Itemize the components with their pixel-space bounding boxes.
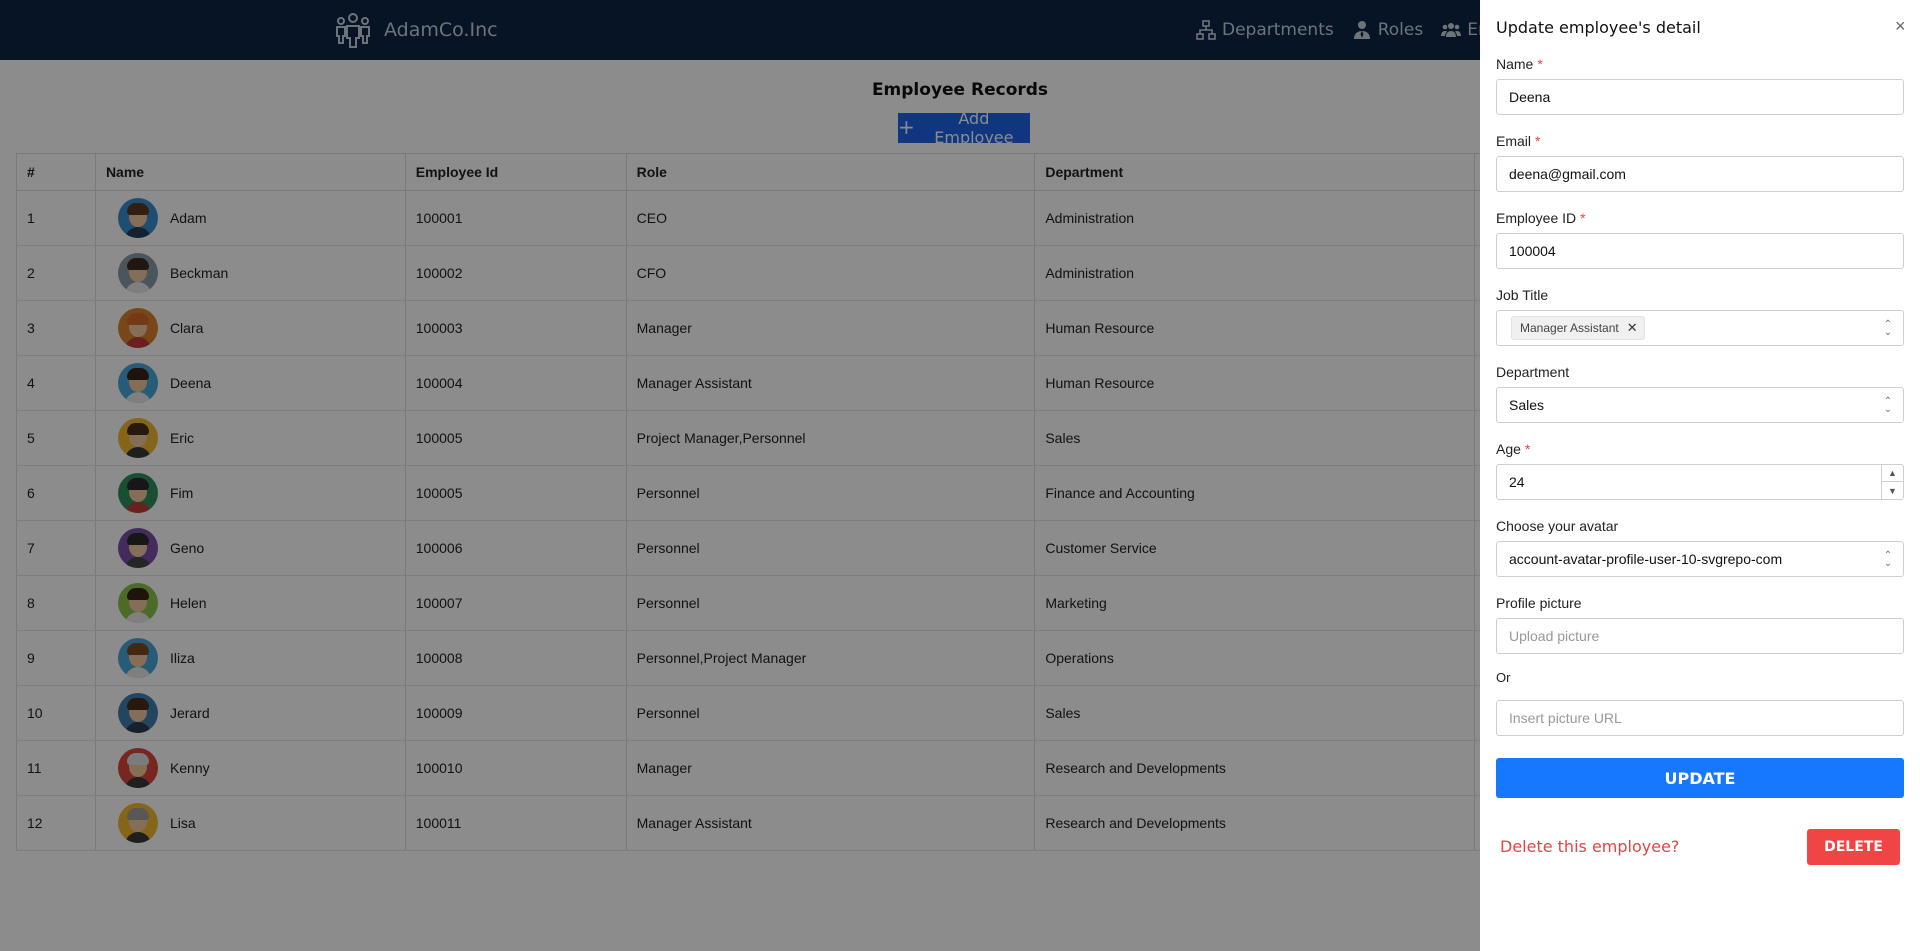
required-mark: *	[1535, 133, 1541, 149]
name-label: Name *	[1496, 56, 1543, 72]
delete-employee-prompt: Delete this employee?	[1500, 837, 1680, 856]
job-title-label: Job Title	[1496, 287, 1549, 303]
job-title-select[interactable]: Manager Assistant ✕ ⌃ ⌄	[1496, 310, 1904, 346]
select-arrows-icon: ⌃ ⌄	[1883, 396, 1893, 415]
remove-tag-icon[interactable]: ✕	[1627, 320, 1638, 336]
age-stepper: ▲ ▼	[1881, 465, 1903, 499]
age-label: Age *	[1496, 441, 1530, 457]
avatar-select[interactable]: account-avatar-profile-user-10-svgrepo-c…	[1496, 541, 1904, 577]
select-arrows-icon: ⌃ ⌄	[1883, 550, 1893, 569]
name-input[interactable]: Deena	[1496, 79, 1904, 115]
increment-icon[interactable]: ▲	[1882, 465, 1903, 482]
close-icon[interactable]: ×	[1895, 16, 1906, 36]
picture-url-placeholder: Insert picture URL	[1509, 710, 1622, 726]
avatar-label: Choose your avatar	[1496, 518, 1619, 534]
email-input[interactable]: deena@gmail.com	[1496, 156, 1904, 192]
select-arrows-icon: ⌃ ⌄	[1883, 319, 1893, 338]
email-label: Email *	[1496, 133, 1540, 149]
age-input[interactable]: 24 ▲ ▼	[1496, 464, 1904, 500]
decrement-icon[interactable]: ▼	[1882, 482, 1903, 499]
update-employee-drawer: Update employee's detail × Name * Deena E…	[1480, 0, 1920, 951]
required-mark: *	[1524, 441, 1531, 457]
upload-picture-placeholder: Upload picture	[1509, 628, 1600, 644]
job-title-tag-label: Manager Assistant	[1520, 321, 1619, 335]
employee-id-label-text: Employee ID	[1496, 210, 1577, 226]
update-button[interactable]: UPDATE	[1496, 758, 1904, 798]
picture-url-input[interactable]: Insert picture URL	[1496, 700, 1904, 736]
name-label-text: Name	[1496, 56, 1534, 72]
email-label-text: Email	[1496, 133, 1532, 149]
employee-id-input[interactable]: 100004	[1496, 233, 1904, 269]
department-select[interactable]: Sales ⌃ ⌄	[1496, 387, 1904, 423]
or-label: Or	[1496, 670, 1511, 685]
department-label: Department	[1496, 364, 1570, 380]
required-mark: *	[1580, 210, 1586, 226]
required-mark: *	[1537, 56, 1543, 72]
department-value: Sales	[1509, 397, 1545, 413]
job-title-tag: Manager Assistant ✕	[1511, 316, 1645, 340]
delete-button[interactable]: DELETE	[1807, 829, 1900, 865]
profile-picture-label: Profile picture	[1496, 595, 1582, 611]
age-value: 24	[1509, 474, 1525, 490]
employee-id-label: Employee ID *	[1496, 210, 1586, 226]
drawer-title: Update employee's detail	[1496, 18, 1701, 37]
avatar-select-value: account-avatar-profile-user-10-svgrepo-c…	[1509, 551, 1783, 567]
age-label-text: Age	[1496, 441, 1521, 457]
upload-picture-input[interactable]: Upload picture	[1496, 618, 1904, 654]
